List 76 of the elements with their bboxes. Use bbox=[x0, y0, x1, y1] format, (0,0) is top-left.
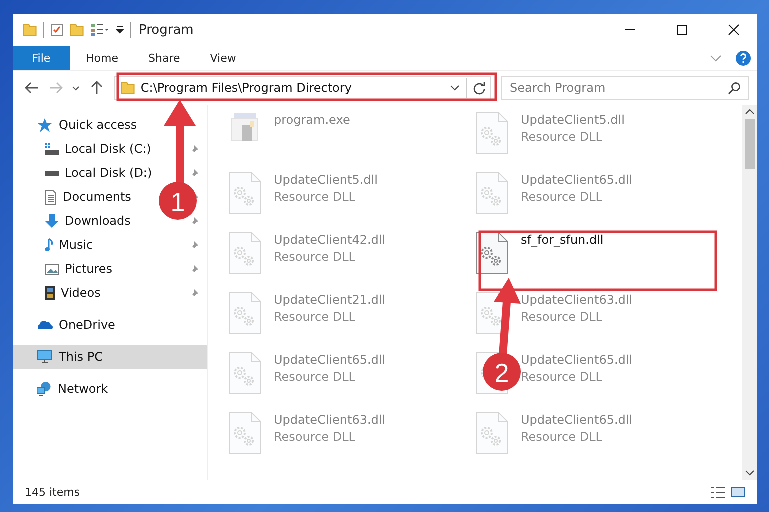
ribbon-tab[interactable]: Home bbox=[72, 46, 132, 70]
file-name[interactable]: sf_for_sfun.dll bbox=[521, 233, 604, 247]
scroll-down-icon[interactable] bbox=[744, 470, 754, 476]
address-path: C:\Program Files\Program Directory bbox=[140, 81, 352, 95]
cloud-icon bbox=[37, 320, 53, 330]
file-name[interactable]: UpdateClient5.dll bbox=[274, 173, 378, 187]
file-type: Resource DLL bbox=[521, 430, 604, 444]
file-name[interactable]: UpdateClient65.dll bbox=[274, 353, 386, 367]
file-name[interactable]: UpdateClient65.dll bbox=[521, 413, 633, 427]
refresh-icon[interactable] bbox=[472, 82, 486, 94]
file-tab[interactable]: File bbox=[13, 46, 70, 70]
maximize-icon bbox=[676, 24, 688, 36]
file-type: Resource DLL bbox=[274, 250, 356, 264]
file-name[interactable]: UpdateClient65.dll bbox=[521, 353, 633, 367]
thumbnail-view-icon[interactable] bbox=[731, 487, 745, 497]
drive-icon bbox=[45, 170, 59, 176]
sidebar-item[interactable]: Music bbox=[59, 238, 94, 252]
sidebar-item[interactable]: Videos bbox=[61, 286, 101, 300]
scroll-up-icon[interactable] bbox=[744, 109, 754, 115]
picture-icon bbox=[45, 264, 59, 274]
file-name[interactable]: UpdateClient63.dll bbox=[274, 413, 386, 427]
file-name[interactable]: UpdateClient21.dll bbox=[274, 293, 386, 307]
monitor-icon bbox=[37, 350, 53, 364]
properties-icon[interactable] bbox=[50, 23, 64, 37]
drive-icon bbox=[45, 143, 59, 155]
address-bar[interactable]: C:\Program Files\Program Directory bbox=[114, 76, 491, 100]
file-type: Resource DLL bbox=[521, 130, 604, 144]
up-arrow-icon bbox=[91, 81, 104, 95]
sidebar-item[interactable]: Documents bbox=[63, 190, 132, 204]
file-type: Resource DLL bbox=[521, 310, 604, 324]
folder-icon bbox=[120, 82, 135, 94]
help-icon[interactable] bbox=[736, 50, 751, 66]
file-type: Resource DLL bbox=[274, 190, 356, 204]
details-view-icon[interactable] bbox=[711, 486, 725, 498]
view-icon[interactable] bbox=[90, 23, 110, 37]
step-badge: 1 bbox=[159, 182, 197, 220]
file-type: Resource DLL bbox=[274, 370, 356, 384]
search-field[interactable]: Search Program bbox=[500, 76, 749, 100]
window-title: Program bbox=[139, 22, 194, 38]
step-badge: 2 bbox=[483, 353, 521, 391]
chevron-icon[interactable] bbox=[450, 85, 460, 91]
file-name[interactable]: program.exe bbox=[274, 113, 350, 127]
sidebar-item[interactable]: Quick access bbox=[59, 118, 138, 132]
dropdown-icon[interactable] bbox=[116, 26, 124, 34]
file-type: Resource DLL bbox=[521, 370, 604, 384]
chevron-icon bbox=[72, 86, 80, 90]
sidebar-item[interactable]: Downloads bbox=[65, 214, 131, 228]
document-icon bbox=[45, 190, 57, 204]
file-name[interactable]: UpdateClient65.dll bbox=[521, 173, 633, 187]
sidebar-item[interactable]: OneDrive bbox=[59, 318, 116, 332]
file-type: Resource DLL bbox=[521, 190, 604, 204]
forward-arrow-icon bbox=[48, 82, 63, 94]
sidebar-item[interactable]: This PC bbox=[59, 350, 103, 364]
file-name[interactable]: UpdateClient42.dll bbox=[274, 233, 386, 247]
file-type: Resource DLL bbox=[274, 430, 356, 444]
sidebar-item[interactable]: Local Disk (D:) bbox=[65, 166, 152, 180]
item-count: 145 items bbox=[25, 486, 80, 498]
file-type: Resource DLL bbox=[274, 310, 356, 324]
scroll-thumb[interactable] bbox=[744, 119, 754, 169]
minimize-icon bbox=[624, 29, 636, 31]
search-icon bbox=[728, 82, 741, 95]
ribbon-tab[interactable]: View bbox=[196, 46, 250, 70]
network-icon bbox=[37, 382, 52, 396]
sidebar-item[interactable]: Network bbox=[58, 382, 108, 396]
scrollbar[interactable] bbox=[742, 105, 757, 480]
file-name[interactable]: UpdateClient5.dll bbox=[521, 113, 625, 127]
ribbon-tab[interactable]: Share bbox=[134, 46, 194, 70]
film-icon bbox=[45, 286, 55, 300]
sidebar-item[interactable]: Pictures bbox=[65, 262, 113, 276]
music-note-icon bbox=[45, 238, 53, 252]
file-name[interactable]: UpdateClient63.dll bbox=[521, 293, 633, 307]
star-icon bbox=[37, 118, 53, 132]
sidebar-item[interactable]: Local Disk (C:) bbox=[65, 142, 152, 156]
close-icon bbox=[728, 24, 740, 36]
download-icon bbox=[45, 214, 59, 228]
back-arrow-icon bbox=[24, 82, 39, 94]
